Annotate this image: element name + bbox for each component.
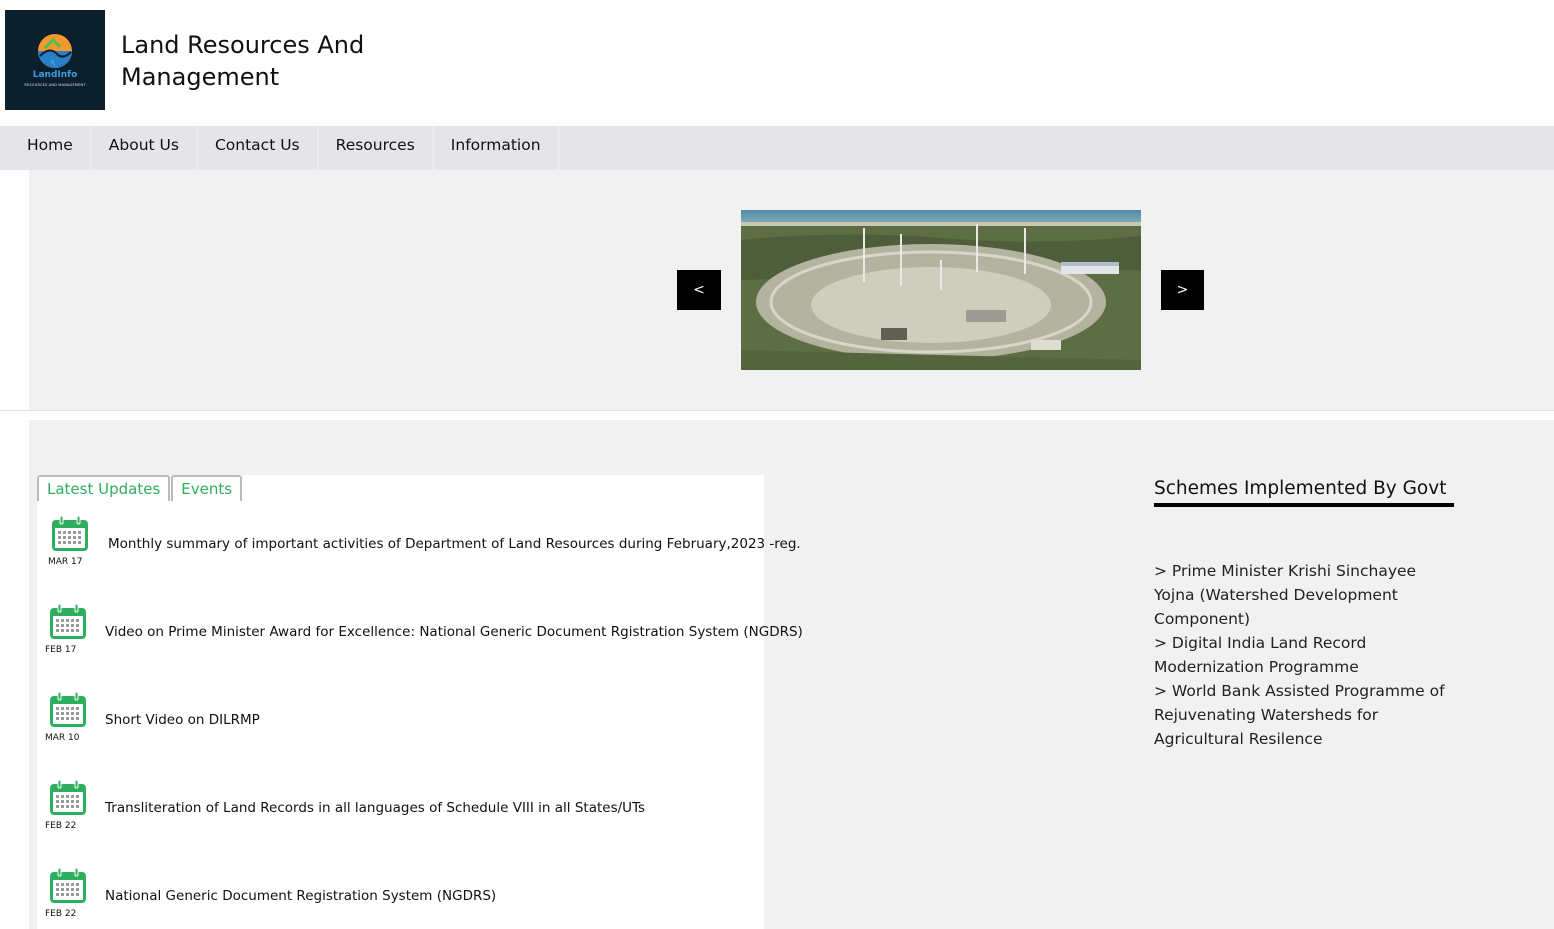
update-item: MAR 17 Monthly summary of important acti… xyxy=(37,515,801,585)
update-link[interactable]: Transliteration of Land Records in all l… xyxy=(105,800,645,816)
site-header: LandInfo RESOURCES AND MANAGEMENT Land R… xyxy=(0,0,1554,126)
tab-latest-updates[interactable]: Latest Updates xyxy=(37,475,171,501)
schemes-title: Schemes Implemented By Govt xyxy=(1154,478,1454,507)
update-date: MAR 17 xyxy=(48,557,83,567)
tab-events[interactable]: Events xyxy=(171,475,243,501)
logo-subtext: RESOURCES AND MANAGEMENT xyxy=(24,83,86,87)
update-date: MAR 10 xyxy=(45,733,80,743)
update-item: FEB 22 Transliteration of Land Records i… xyxy=(37,779,764,849)
update-link[interactable]: Video on Prime Minister Award for Excell… xyxy=(105,624,803,640)
scheme-item-dilrmp[interactable]: > Digital India Land Record Modernizatio… xyxy=(1154,631,1454,679)
schemes-panel: Schemes Implemented By Govt > Prime Mini… xyxy=(1154,478,1454,751)
site-logo[interactable]: LandInfo RESOURCES AND MANAGEMENT xyxy=(5,10,105,110)
calendar-icon xyxy=(50,603,86,639)
update-item: MAR 10 Short Video on DILRMP xyxy=(37,691,764,761)
update-date: FEB 17 xyxy=(45,645,77,655)
slider-image xyxy=(741,210,1141,370)
nav-information[interactable]: Information xyxy=(434,126,560,170)
launch-site-aerial-photo-icon xyxy=(741,210,1141,370)
update-link[interactable]: Monthly summary of important activities … xyxy=(108,536,801,552)
update-date: FEB 22 xyxy=(45,821,77,831)
scheme-item-world-bank[interactable]: > World Bank Assisted Programme of Rejuv… xyxy=(1154,679,1454,751)
site-title-line-2: Management xyxy=(121,63,280,91)
slider-next-button[interactable]: > xyxy=(1161,270,1204,310)
calendar-icon xyxy=(52,515,88,551)
site-title: Land Resources And Management xyxy=(121,29,421,93)
calendar-icon xyxy=(50,779,86,815)
site-title-line-1: Land Resources And xyxy=(121,31,365,59)
slider-prev-button[interactable]: < xyxy=(677,270,721,310)
nav-contact-us[interactable]: Contact Us xyxy=(198,126,319,170)
main-nav: Home About Us Contact Us Resources Infor… xyxy=(0,126,1554,170)
nav-home[interactable]: Home xyxy=(10,126,92,170)
section-divider xyxy=(0,410,1554,411)
image-slider: < > xyxy=(29,170,1554,410)
update-link[interactable]: Short Video on DILRMP xyxy=(105,712,260,728)
update-date: FEB 22 xyxy=(45,909,77,919)
logo-text: LandInfo xyxy=(32,70,78,80)
updates-tabs: Latest Updates Events xyxy=(37,475,243,501)
update-link[interactable]: National Generic Document Registration S… xyxy=(105,888,496,904)
content-section: Latest Updates Events MAR 17 Monthly sum… xyxy=(29,420,1554,929)
update-item: FEB 17 Video on Prime Minister Award for… xyxy=(37,603,803,673)
updates-panel: Latest Updates Events MAR 17 Monthly sum… xyxy=(37,475,803,929)
update-item: FEB 22 National Generic Document Registr… xyxy=(37,867,764,929)
calendar-icon xyxy=(50,867,86,903)
nav-resources[interactable]: Resources xyxy=(319,126,434,170)
scheme-item-pmksy[interactable]: > Prime Minister Krishi Sinchayee Yojna … xyxy=(1154,559,1454,631)
nav-about-us[interactable]: About Us xyxy=(92,126,198,170)
calendar-icon xyxy=(50,691,86,727)
schemes-list: > Prime Minister Krishi Sinchayee Yojna … xyxy=(1154,559,1454,751)
logo-emblem-icon xyxy=(38,34,72,68)
